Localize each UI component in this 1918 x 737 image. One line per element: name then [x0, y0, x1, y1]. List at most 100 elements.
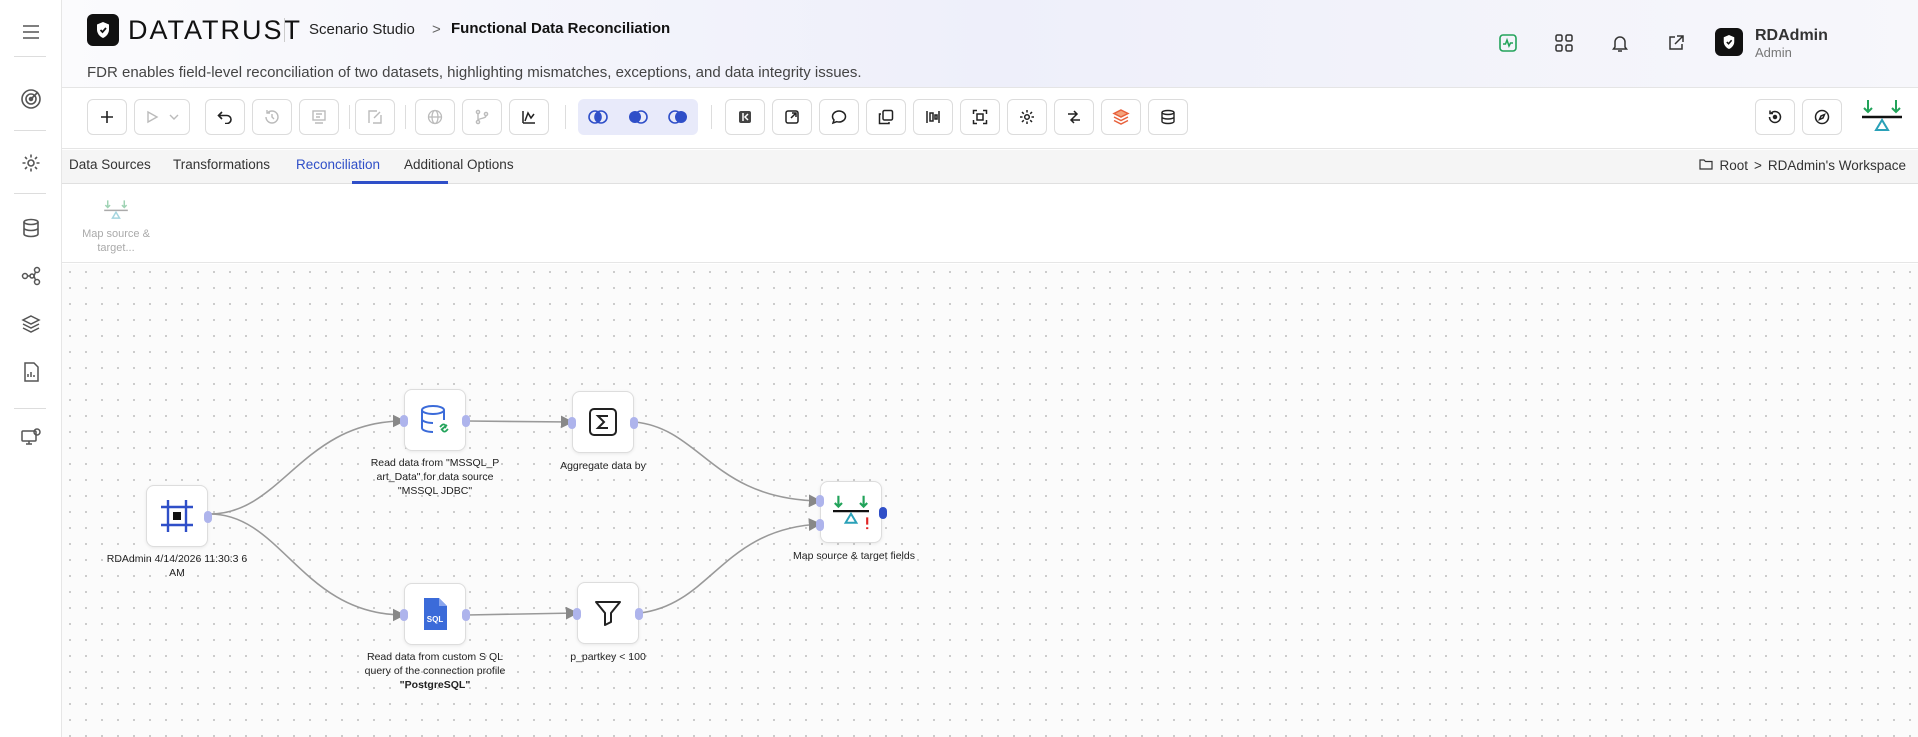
align-button[interactable]: [913, 99, 953, 135]
tab-data-sources[interactable]: Data Sources: [69, 157, 151, 172]
page-description: FDR enables field-level reconciliation o…: [87, 64, 862, 81]
workspace-root[interactable]: Root: [1719, 158, 1748, 173]
apps-grid-icon[interactable]: [1551, 30, 1577, 56]
activity-icon[interactable]: [1495, 30, 1521, 56]
sql-file-icon: SQL: [424, 598, 447, 630]
output-port[interactable]: [462, 609, 470, 621]
svg-text:SQL: SQL: [427, 615, 444, 624]
layers-icon[interactable]: [16, 309, 46, 339]
gear-icon[interactable]: [16, 148, 46, 178]
node-read-sql-label: Read data from custom S QL query of the …: [364, 651, 506, 691]
filter-icon: [595, 601, 621, 626]
database-icon[interactable]: [16, 213, 46, 243]
globe-button[interactable]: [415, 99, 455, 135]
workspace-separator: >: [1753, 158, 1762, 173]
folder-icon: [1699, 158, 1714, 173]
rail-divider: [14, 193, 46, 194]
branch-button[interactable]: [462, 99, 502, 135]
input-port[interactable]: [400, 415, 408, 427]
rail-divider: [14, 130, 46, 131]
output-port[interactable]: [879, 507, 887, 519]
comment-button[interactable]: [819, 99, 859, 135]
tab-transformations[interactable]: Transformations: [173, 157, 270, 172]
run-button[interactable]: [134, 99, 190, 135]
sigma-icon: [589, 408, 617, 436]
input-port-source[interactable]: [816, 495, 824, 507]
rail-divider: [14, 56, 46, 57]
add-button[interactable]: [87, 99, 127, 135]
stack-button[interactable]: [1101, 99, 1141, 135]
toolbar-divider: [349, 105, 350, 129]
node-start-label: RDAdmin 4/14/2026 11:30:3 6 AM: [106, 553, 248, 579]
restore-button[interactable]: [1755, 99, 1795, 135]
connector-lines: [209, 414, 822, 622]
reconciliation-scale-icon[interactable]: [1860, 98, 1904, 143]
node-map-fields-label: Map source & target fields: [793, 550, 915, 562]
right-join-icon[interactable]: [658, 99, 698, 135]
bell-icon[interactable]: [1607, 30, 1633, 56]
workflow-canvas[interactable]: RDAdmin 4/14/2026 11:30:3 6 AM Read data…: [62, 264, 1918, 737]
input-port-target[interactable]: [816, 519, 824, 531]
chart-button[interactable]: [509, 99, 549, 135]
inner-join-icon[interactable]: [578, 99, 618, 135]
rail-divider: [14, 408, 46, 409]
copy-button[interactable]: [866, 99, 906, 135]
node-aggregate-label: Aggregate data by: [560, 460, 646, 472]
input-port[interactable]: [400, 609, 408, 621]
toolbar: [62, 89, 1918, 149]
frame-icon: [161, 500, 193, 532]
toolbar-divider: [711, 105, 712, 129]
workspace-name[interactable]: RDAdmin's Workspace: [1768, 158, 1906, 173]
user-name[interactable]: RDAdmin: [1755, 27, 1828, 45]
component-palette: Map source & target...: [62, 185, 1918, 263]
output-port[interactable]: [204, 511, 212, 523]
join-type-group: [578, 99, 698, 135]
report-icon[interactable]: [16, 357, 46, 387]
node-aggregate[interactable]: [568, 391, 638, 453]
node-filter[interactable]: [573, 582, 643, 644]
toolbar-divider: [565, 105, 566, 129]
header-divider: [284, 18, 285, 42]
palette-item-label: Map source & target...: [82, 228, 150, 254]
transform-button[interactable]: [1054, 99, 1094, 135]
workflow-icon[interactable]: [16, 261, 46, 291]
output-port[interactable]: [462, 415, 470, 427]
input-port[interactable]: [568, 417, 576, 429]
left-rail: [0, 0, 62, 737]
undo-button[interactable]: [205, 99, 245, 135]
node-read-sql[interactable]: SQL: [400, 583, 470, 645]
input-port[interactable]: [573, 608, 581, 620]
toolbar-divider: [405, 105, 406, 129]
database-button[interactable]: [1148, 99, 1188, 135]
menu-icon[interactable]: [16, 17, 46, 47]
tab-additional-options[interactable]: Additional Options: [404, 157, 514, 172]
map-fields-icon: [104, 200, 128, 219]
target-icon[interactable]: [16, 84, 46, 114]
palette-map-fields[interactable]: Map source & target...: [76, 199, 156, 255]
edit-button[interactable]: [355, 99, 395, 135]
breadcrumb-studio[interactable]: Scenario Studio: [309, 21, 415, 38]
settings-button[interactable]: [1007, 99, 1047, 135]
export-button[interactable]: [772, 99, 812, 135]
tab-reconciliation[interactable]: Reconciliation: [296, 157, 380, 172]
compass-button[interactable]: [1802, 99, 1842, 135]
node-map-fields[interactable]: [816, 481, 887, 543]
left-join-icon[interactable]: [618, 99, 658, 135]
first-icon-button[interactable]: [725, 99, 765, 135]
node-start[interactable]: [146, 485, 212, 547]
node-read-mssql[interactable]: [400, 389, 470, 451]
output-port[interactable]: [630, 417, 638, 429]
node-filter-label: p_partkey < 100: [570, 651, 646, 663]
avatar[interactable]: [1715, 28, 1743, 56]
monitor-settings-icon[interactable]: [16, 422, 46, 452]
fit-to-screen-button[interactable]: [960, 99, 1000, 135]
logo-shield-icon: [87, 14, 119, 46]
external-link-icon[interactable]: [1663, 30, 1689, 56]
page-title: Functional Data Reconciliation: [451, 20, 671, 37]
user-role: Admin: [1755, 45, 1792, 60]
output-port[interactable]: [635, 608, 643, 620]
breadcrumb-separator: >: [432, 21, 441, 38]
history-button[interactable]: [252, 99, 292, 135]
app-header: DATATRUST Scenario Studio > Functional D…: [62, 0, 1918, 88]
properties-button[interactable]: [299, 99, 339, 135]
